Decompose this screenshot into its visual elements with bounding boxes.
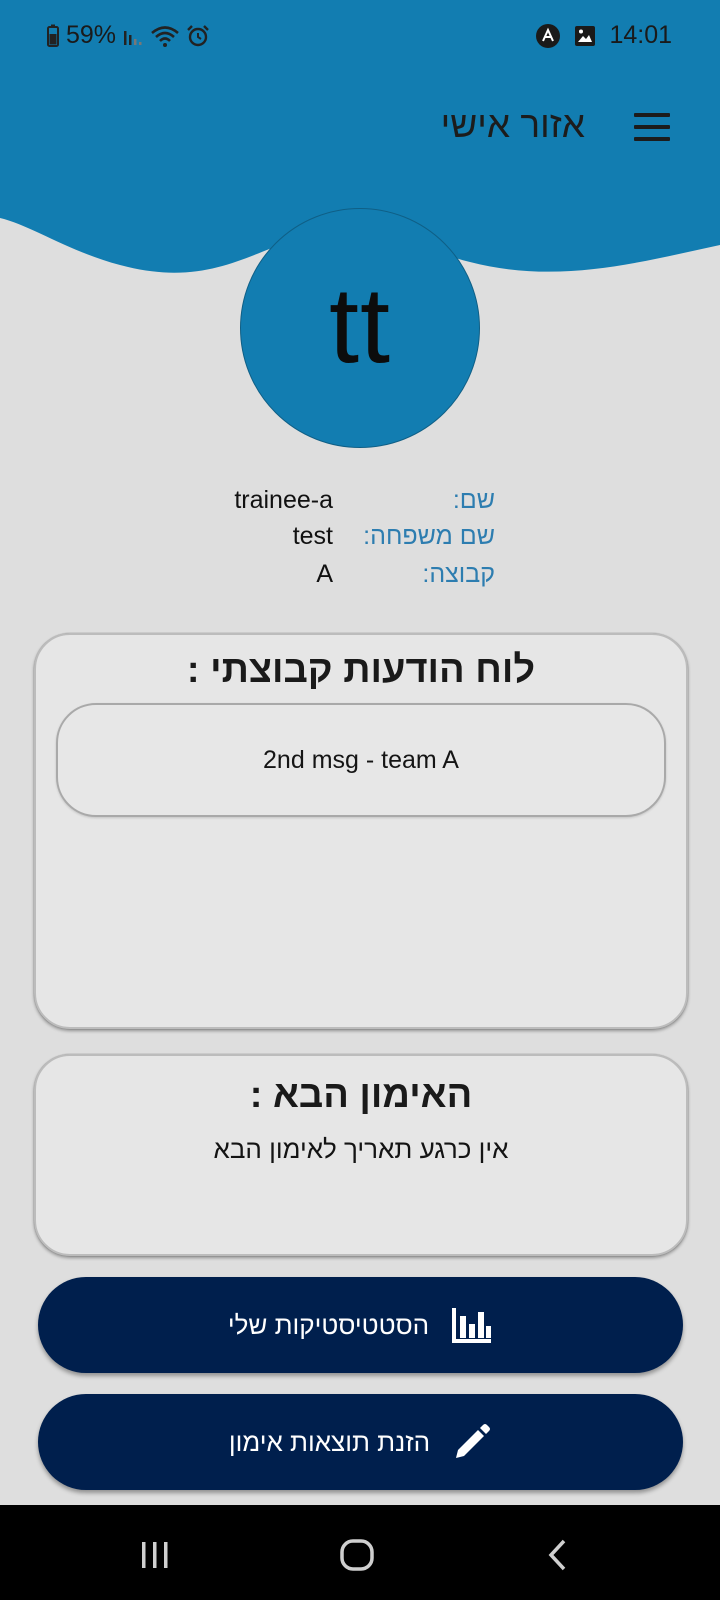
group-value: A (316, 560, 333, 588)
first-name-label: שם: (452, 486, 495, 514)
enter-results-button[interactable]: הזנת תוצאות אימון (38, 1394, 683, 1490)
recent-apps-icon (142, 1542, 168, 1568)
home-icon (340, 1539, 374, 1571)
notification-icon (536, 23, 561, 48)
message-item[interactable]: 2nd msg - team A (56, 703, 666, 817)
gallery-icon (575, 25, 596, 46)
system-nav-bar (0, 1505, 720, 1600)
bar-chart-icon (452, 1308, 492, 1343)
status-bar: 59% 14:01 (0, 0, 720, 72)
first-name-value: trainee-a (234, 486, 333, 514)
my-stats-button[interactable]: הסטטיסטיקות שלי (38, 1277, 683, 1373)
back-icon (548, 1539, 566, 1571)
home-button[interactable] (327, 1535, 387, 1575)
next-training-text: אין כרגע תאריך לאימון הבא (213, 1134, 509, 1164)
battery-icon (47, 24, 59, 47)
screen: 59% 14:01 אזור אישי tt שם: trainee-a שם … (0, 0, 720, 1600)
message-board-title: לוח הודעות קבוצתי : (186, 649, 536, 691)
alarm-icon (187, 24, 209, 46)
group-label: קבוצה: (422, 560, 495, 588)
profile-row-last-name: שם משפחה: test (200, 522, 495, 558)
battery-percent: 59% (66, 21, 117, 49)
page-title: אזור אישי (440, 104, 585, 145)
pencil-icon (456, 1424, 491, 1458)
profile-row-first-name: שם: trainee-a (200, 486, 495, 522)
next-training-title: האימון הבא : (249, 1074, 473, 1116)
enter-results-label: הזנת תוצאות אימון (228, 1426, 431, 1457)
last-name-value: test (292, 522, 333, 550)
last-name-label: שם משפחה: (363, 522, 495, 550)
hamburger-menu-icon[interactable] (634, 113, 670, 141)
recent-apps-button[interactable] (125, 1535, 185, 1575)
profile-row-group: קבוצה: A (200, 560, 495, 596)
wifi-icon (151, 25, 179, 47)
avatar: tt (240, 208, 480, 448)
message-board-card: לוח הודעות קבוצתי : 2nd msg - team A (34, 633, 688, 1029)
back-button[interactable] (528, 1535, 588, 1575)
avatar-initials: tt (328, 264, 391, 385)
signal-icon (124, 30, 142, 45)
my-stats-label: הסטטיסטיקות שלי (227, 1309, 430, 1340)
next-training-card: האימון הבא : אין כרגע תאריך לאימון הבא (34, 1054, 688, 1256)
status-time: 14:01 (609, 21, 672, 49)
